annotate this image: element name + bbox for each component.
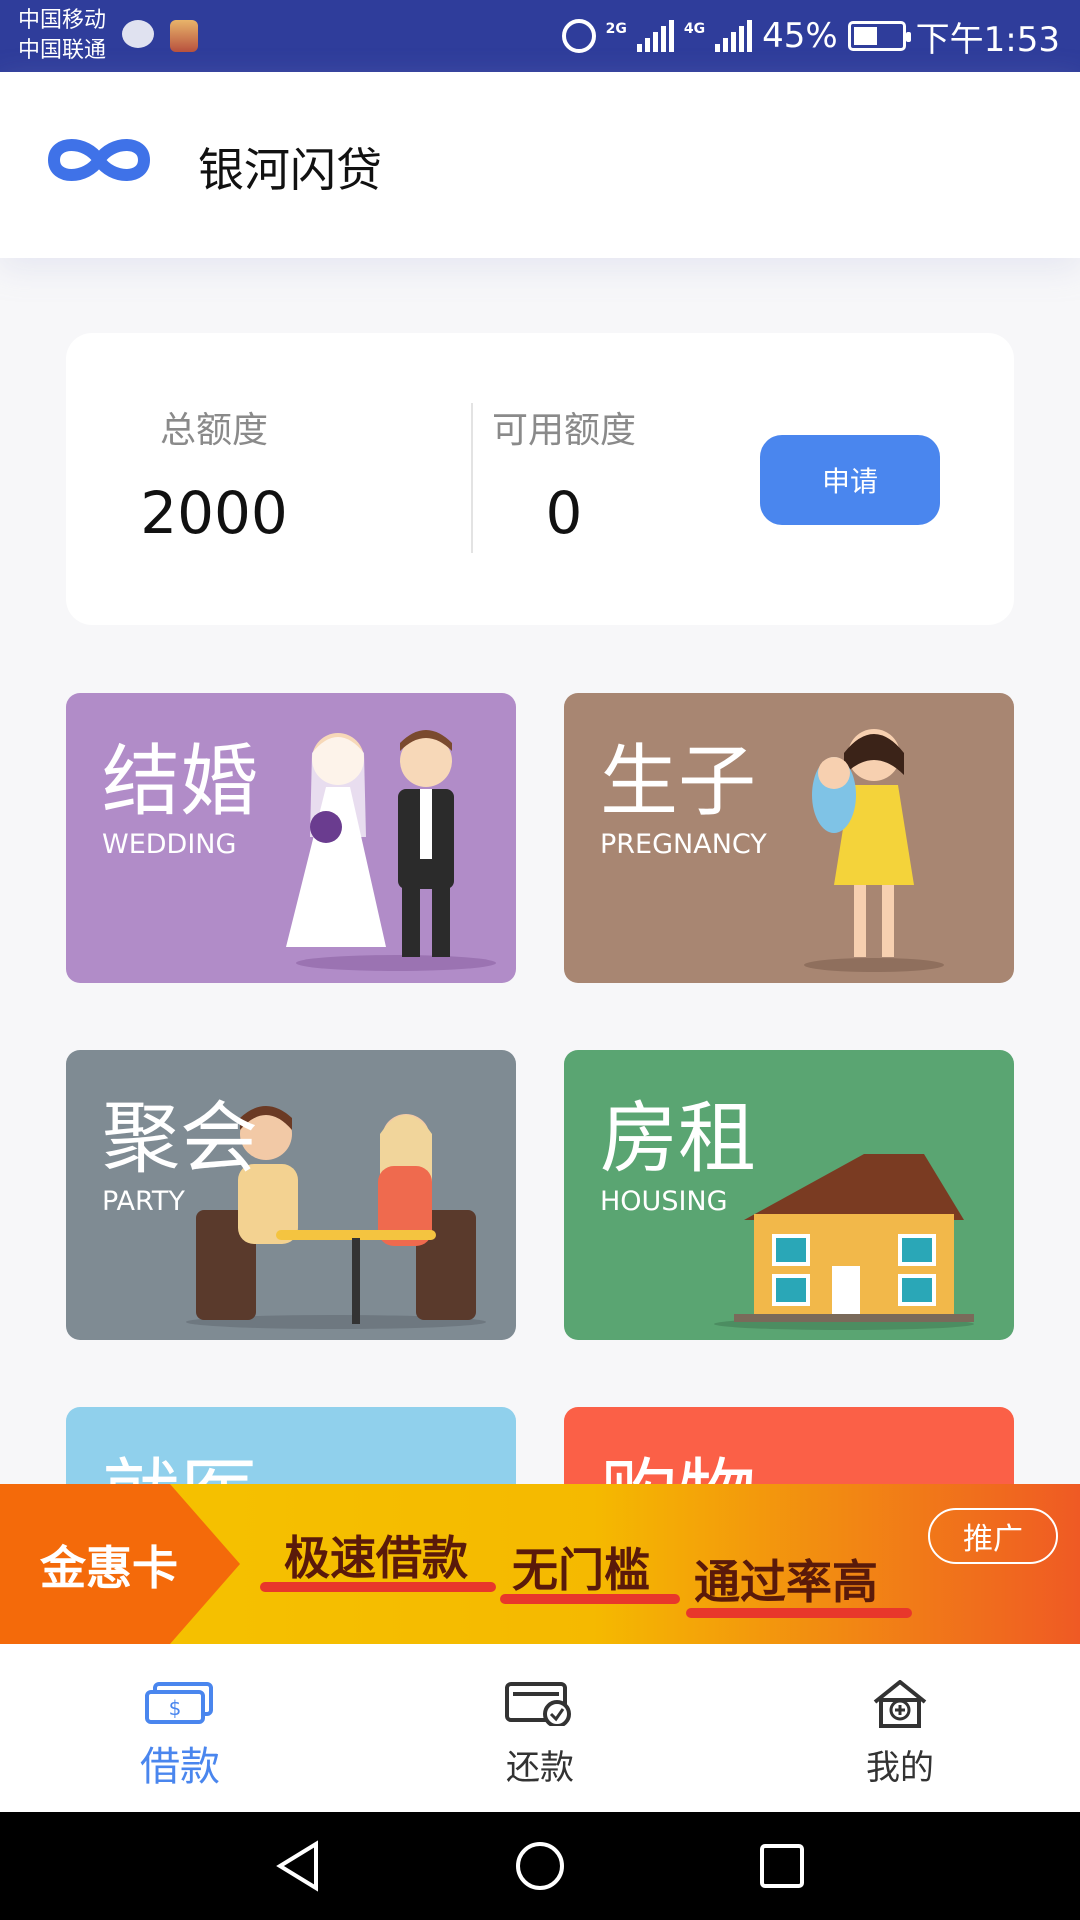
infinity-logo-icon — [47, 139, 151, 181]
nav-item-mine[interactable]: 我的 — [720, 1644, 1080, 1812]
category-tile-housing[interactable]: 房租 HOUSING — [564, 1050, 1014, 1340]
category-tile-party[interactable]: 聚会 PARTY — [66, 1050, 516, 1340]
signal-2-icon — [715, 20, 753, 52]
promo-tag: 推广 — [928, 1508, 1058, 1564]
available-credit: 可用额度 0 — [444, 401, 684, 547]
category-title: 结婚 — [102, 737, 259, 827]
banner-text-3: 通过率高 — [694, 1555, 878, 1609]
app-header: 银河闪贷 — [0, 72, 1080, 258]
carrier-info: 中国移动 中国联通 — [18, 6, 106, 66]
status-indicators: 2G 4G 45% 下午1:53 — [561, 12, 1060, 60]
wedding-couple-illustration — [286, 730, 496, 971]
category-title: 聚会 — [102, 1094, 259, 1184]
category-subtitle: PREGNANCY — [600, 829, 767, 860]
category-subtitle: WEDDING — [102, 829, 237, 860]
battery-percent: 45% — [762, 16, 838, 56]
category-title: 生子 — [600, 737, 757, 827]
total-credit-label: 总额度 — [159, 410, 268, 451]
signal-1-icon — [636, 20, 674, 52]
network-type-1: 2G — [605, 21, 627, 37]
carrier-2: 中国联通 — [18, 38, 107, 63]
category-tile-wedding[interactable]: 结婚 WEDDING — [66, 693, 516, 983]
app-title: 银河闪贷 — [198, 143, 382, 197]
battery-icon — [847, 21, 911, 51]
available-credit-label: 可用额度 — [491, 410, 636, 451]
credit-summary-card: 总额度 2000 可用额度 0 申请 — [66, 333, 1014, 625]
banner-text-1: 极速借款 — [284, 1531, 468, 1585]
home-icon[interactable] — [514, 1840, 566, 1892]
category-tile-pregnancy[interactable]: 生子 PREGNANCY — [564, 693, 1014, 983]
recents-icon[interactable] — [756, 1840, 808, 1892]
nav-label-borrow: 借款 — [140, 1744, 220, 1790]
nav-item-borrow[interactable]: $ 借款 — [0, 1644, 360, 1812]
apply-button[interactable]: 申请 — [760, 435, 940, 525]
banner-brand: 金惠卡 — [40, 1541, 178, 1595]
nav-label-mine: 我的 — [866, 1748, 934, 1788]
promo-banner[interactable]: 金惠卡 极速借款 无门槛 通过率高 推广 — [0, 1484, 1080, 1644]
banner-text-2: 无门槛 — [512, 1543, 650, 1597]
category-title: 房租 — [600, 1094, 757, 1184]
alarm-icon — [561, 19, 596, 53]
status-bar: 中国移动 中国联通 2G 4G 45% 下午1:53 — [0, 0, 1080, 72]
cash-icon: $ — [145, 1682, 213, 1724]
app-notification-icon — [170, 20, 198, 52]
home-plus-icon — [873, 1680, 927, 1728]
category-subtitle: HOUSING — [600, 1186, 728, 1217]
mother-baby-illustration — [804, 729, 944, 972]
svg-text:$: $ — [169, 1696, 182, 1720]
nav-label-repay: 还款 — [506, 1748, 574, 1788]
category-subtitle: PARTY — [102, 1186, 185, 1217]
nav-item-repay[interactable]: 还款 — [360, 1644, 720, 1812]
back-icon[interactable] — [272, 1840, 324, 1892]
available-credit-value: 0 — [545, 479, 583, 547]
system-nav-bar — [0, 1812, 1080, 1920]
card-check-icon — [505, 1682, 571, 1726]
network-type-2: 4G — [683, 21, 706, 37]
bottom-nav: $ 借款 还款 我的 — [0, 1644, 1080, 1812]
chat-notification-icon — [122, 20, 154, 48]
total-credit: 总额度 2000 — [94, 401, 334, 547]
total-credit-value: 2000 — [140, 479, 288, 547]
carrier-1: 中国移动 — [18, 8, 107, 33]
clock: 下午1:53 — [915, 19, 1060, 60]
